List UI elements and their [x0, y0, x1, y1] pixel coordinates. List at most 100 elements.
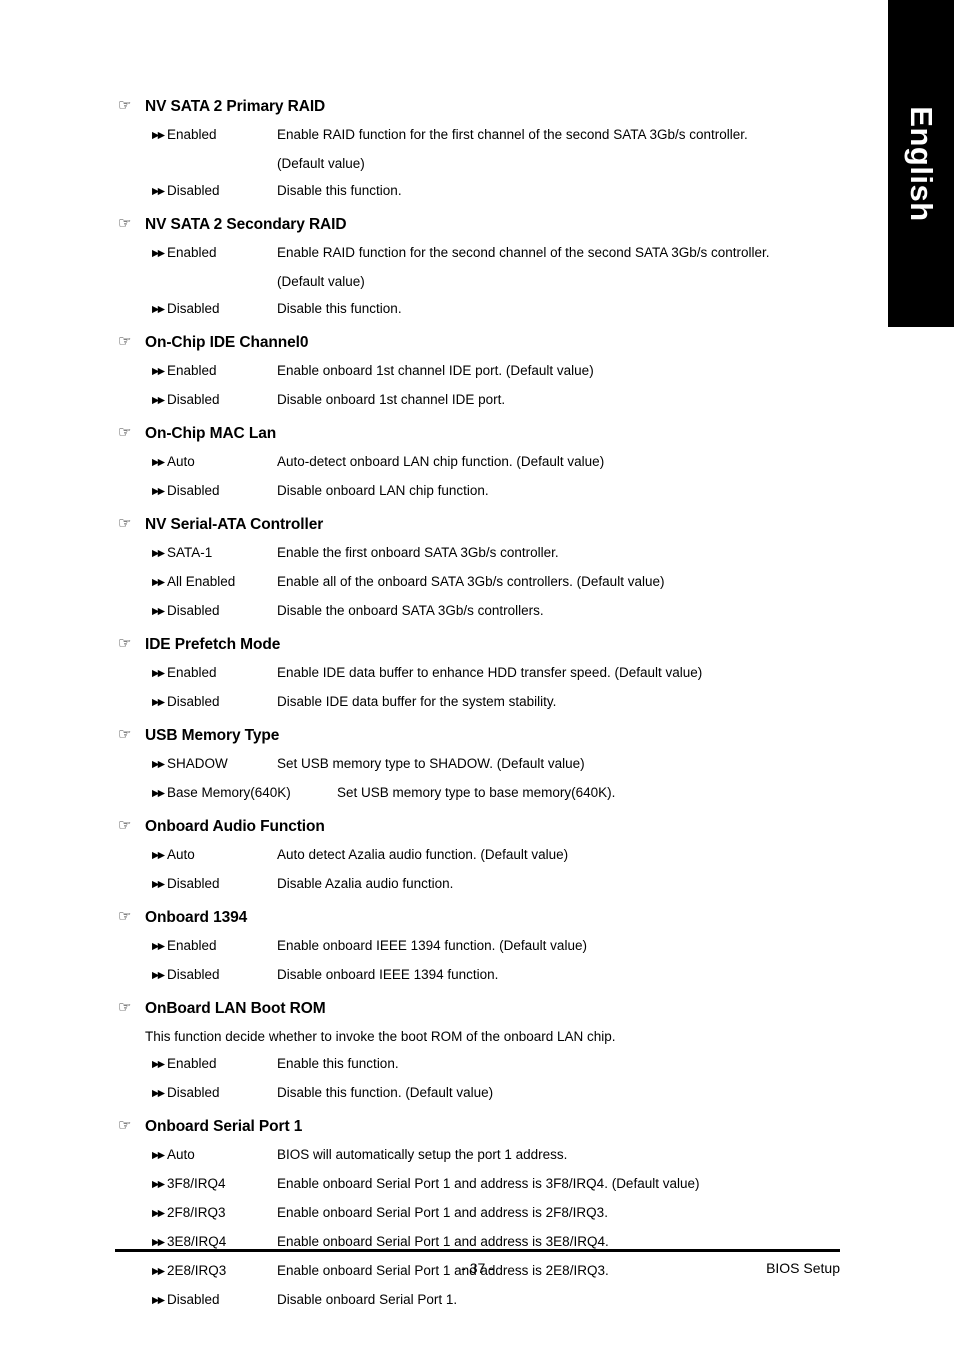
option-value-label: Disabled [167, 483, 220, 498]
option-row: ▶▶ Disabled Disable the onboard SATA 3Gb/s… [0, 597, 870, 626]
page-number: - 37 - [461, 1260, 494, 1276]
bios-option-section: ☞ OnBoard LAN Boot ROM This function decid… [0, 996, 870, 1108]
section-heading: ☞ Onboard Audio Function [0, 814, 870, 840]
double-arrow-icon: ▶▶ [152, 130, 165, 141]
pointing-hand-icon: ☞ [118, 424, 132, 441]
option-description: Disable this function. [277, 183, 402, 198]
pointing-hand-icon: ☞ [118, 908, 132, 925]
option-value-label: Base Memory(640K) [167, 785, 291, 800]
option-value-label: Enabled [167, 127, 217, 142]
bios-option-section: ☞ On-Chip IDE Channel0 ▶▶ Enabled Enable onb… [0, 330, 870, 415]
option-description-continuation: (Default value) [277, 156, 365, 171]
bios-option-section: ☞ IDE Prefetch Mode ▶▶ Enabled Enable IDE da… [0, 632, 870, 717]
pointing-hand-icon: ☞ [118, 635, 132, 652]
option-row: ▶▶ All Enabled Enable all of the onboard S… [0, 568, 870, 597]
section-title: NV SATA 2 Primary RAID [145, 98, 326, 115]
option-value-label: SHADOW [167, 756, 228, 771]
double-arrow-icon: ▶▶ [152, 1208, 165, 1219]
section-heading: ☞ IDE Prefetch Mode [0, 632, 870, 658]
option-row: ▶▶ Disabled Disable this function. [0, 177, 870, 206]
option-description: Auto-detect onboard LAN chip function. (… [277, 454, 605, 469]
option-value-label: Disabled [167, 603, 220, 618]
language-tab: English [888, 0, 954, 327]
option-value-label: Disabled [167, 1292, 220, 1307]
option-row: ▶▶ 2F8/IRQ3 Enable onboard Serial Port 1 a… [0, 1199, 870, 1228]
option-value-label: Disabled [167, 876, 220, 891]
option-value-label: SATA-1 [167, 545, 213, 560]
pointing-hand-icon: ☞ [118, 999, 132, 1016]
double-arrow-icon: ▶▶ [152, 395, 165, 406]
section-heading: ☞ Onboard 1394 [0, 905, 870, 931]
double-arrow-icon: ▶▶ [152, 668, 165, 679]
section-title: On-Chip IDE Channel0 [145, 334, 309, 351]
option-value-label: Enabled [167, 665, 217, 680]
bios-option-section: ☞ NV SATA 2 Primary RAID ▶▶ Enabled Enable R… [0, 94, 870, 206]
double-arrow-icon: ▶▶ [152, 1295, 165, 1306]
option-value-label: 3F8/IRQ4 [167, 1176, 226, 1191]
double-arrow-icon: ▶▶ [152, 759, 165, 770]
section-heading: ☞ NV SATA 2 Secondary RAID [0, 212, 870, 238]
option-description: BIOS will automatically setup the port 1… [277, 1147, 568, 1162]
option-description: Disable onboard 1st channel IDE port. [277, 392, 506, 407]
bios-option-section: ☞ Onboard Audio Function ▶▶ Auto Auto detect… [0, 814, 870, 899]
double-arrow-icon: ▶▶ [152, 1150, 165, 1161]
pointing-hand-icon: ☞ [118, 515, 132, 532]
language-tab-label: English [904, 105, 939, 222]
option-description: Enable RAID function for the second chan… [277, 245, 770, 260]
option-row: ▶▶ Disabled Disable IDE data buffer for th… [0, 688, 870, 717]
option-row: ▶▶ Auto BIOS will automatically setup the … [0, 1141, 870, 1170]
section-title: On-Chip MAC Lan [145, 425, 277, 442]
option-description: Disable onboard Serial Port 1. [277, 1292, 458, 1307]
option-row: ▶▶ Enabled Enable RAID function for the fi… [0, 121, 870, 150]
double-arrow-icon: ▶▶ [152, 879, 165, 890]
section-heading: ☞ NV Serial-ATA Controller [0, 512, 870, 538]
pointing-hand-icon: ☞ [118, 817, 132, 834]
double-arrow-icon: ▶▶ [152, 457, 165, 468]
pointing-hand-icon: ☞ [118, 333, 132, 350]
option-row: ▶▶ Base Memory(640K) Set USB memory type t… [0, 779, 870, 808]
option-row: ▶▶ Auto Auto-detect onboard LAN chip funct… [0, 448, 870, 477]
option-row: ▶▶ Auto Auto detect Azalia audio function.… [0, 841, 870, 870]
section-heading: ☞ On-Chip MAC Lan [0, 421, 870, 447]
double-arrow-icon: ▶▶ [152, 186, 165, 197]
option-row: ▶▶ Disabled Disable this function. [0, 295, 870, 324]
option-description: Enable RAID function for the first chann… [277, 127, 748, 142]
option-description: Set USB memory type to base memory(640K)… [337, 785, 616, 800]
bios-option-section: ☞ On-Chip MAC Lan ▶▶ Auto Auto-detect onboar… [0, 421, 870, 506]
double-arrow-icon: ▶▶ [152, 697, 165, 708]
double-arrow-icon: ▶▶ [152, 1088, 165, 1099]
section-heading: ☞ OnBoard LAN Boot ROM [0, 996, 870, 1022]
option-value-label: Disabled [167, 967, 220, 982]
double-arrow-icon: ▶▶ [152, 1059, 165, 1070]
page-footer: - 37 - BIOS Setup [115, 1249, 840, 1282]
double-arrow-icon: ▶▶ [152, 1179, 165, 1190]
option-row: ▶▶ Disabled Disable onboard LAN chip funct… [0, 477, 870, 506]
option-row: ▶▶ Disabled Disable onboard IEEE 1394 func… [0, 961, 870, 990]
option-row: ▶▶ Disabled Disable onboard Serial Port 1. [0, 1286, 870, 1315]
pointing-hand-icon: ☞ [118, 1117, 132, 1134]
double-arrow-icon: ▶▶ [152, 577, 165, 588]
section-title: Onboard Serial Port 1 [145, 1118, 303, 1135]
option-description: Enable onboard Serial Port 1 and address… [277, 1176, 700, 1191]
bios-option-section: ☞ USB Memory Type ▶▶ SHADOW Set USB memory t… [0, 723, 870, 808]
option-description: Disable onboard IEEE 1394 function. [277, 967, 499, 982]
double-arrow-icon: ▶▶ [152, 850, 165, 861]
option-row: ▶▶ Disabled Disable onboard 1st channel ID… [0, 386, 870, 415]
bios-option-section: ☞ NV Serial-ATA Controller ▶▶ SATA-1 Enable … [0, 512, 870, 626]
option-row: ▶▶ Disabled Disable Azalia audio function. [0, 870, 870, 899]
option-value-label: Auto [167, 1147, 195, 1162]
double-arrow-icon: ▶▶ [152, 970, 165, 981]
footer-section-label: BIOS Setup [766, 1260, 840, 1276]
option-value-label: Disabled [167, 392, 220, 407]
option-description: Enable onboard Serial Port 1 and address… [277, 1205, 608, 1220]
option-row: ▶▶ Enabled Enable this function. [0, 1050, 870, 1079]
option-row: ▶▶ Enabled Enable RAID function for the se… [0, 239, 870, 268]
option-value-label: Enabled [167, 245, 217, 260]
pointing-hand-icon: ☞ [118, 215, 132, 232]
option-row: ▶▶ Enabled Enable onboard IEEE 1394 functi… [0, 932, 870, 961]
section-title: Onboard Audio Function [145, 818, 325, 835]
option-description: Disable the onboard SATA 3Gb/s controlle… [277, 603, 544, 618]
option-row: ▶▶ Enabled Enable IDE data buffer to enhan… [0, 659, 870, 688]
option-value-label: Disabled [167, 694, 220, 709]
section-heading: ☞ On-Chip IDE Channel0 [0, 330, 870, 356]
